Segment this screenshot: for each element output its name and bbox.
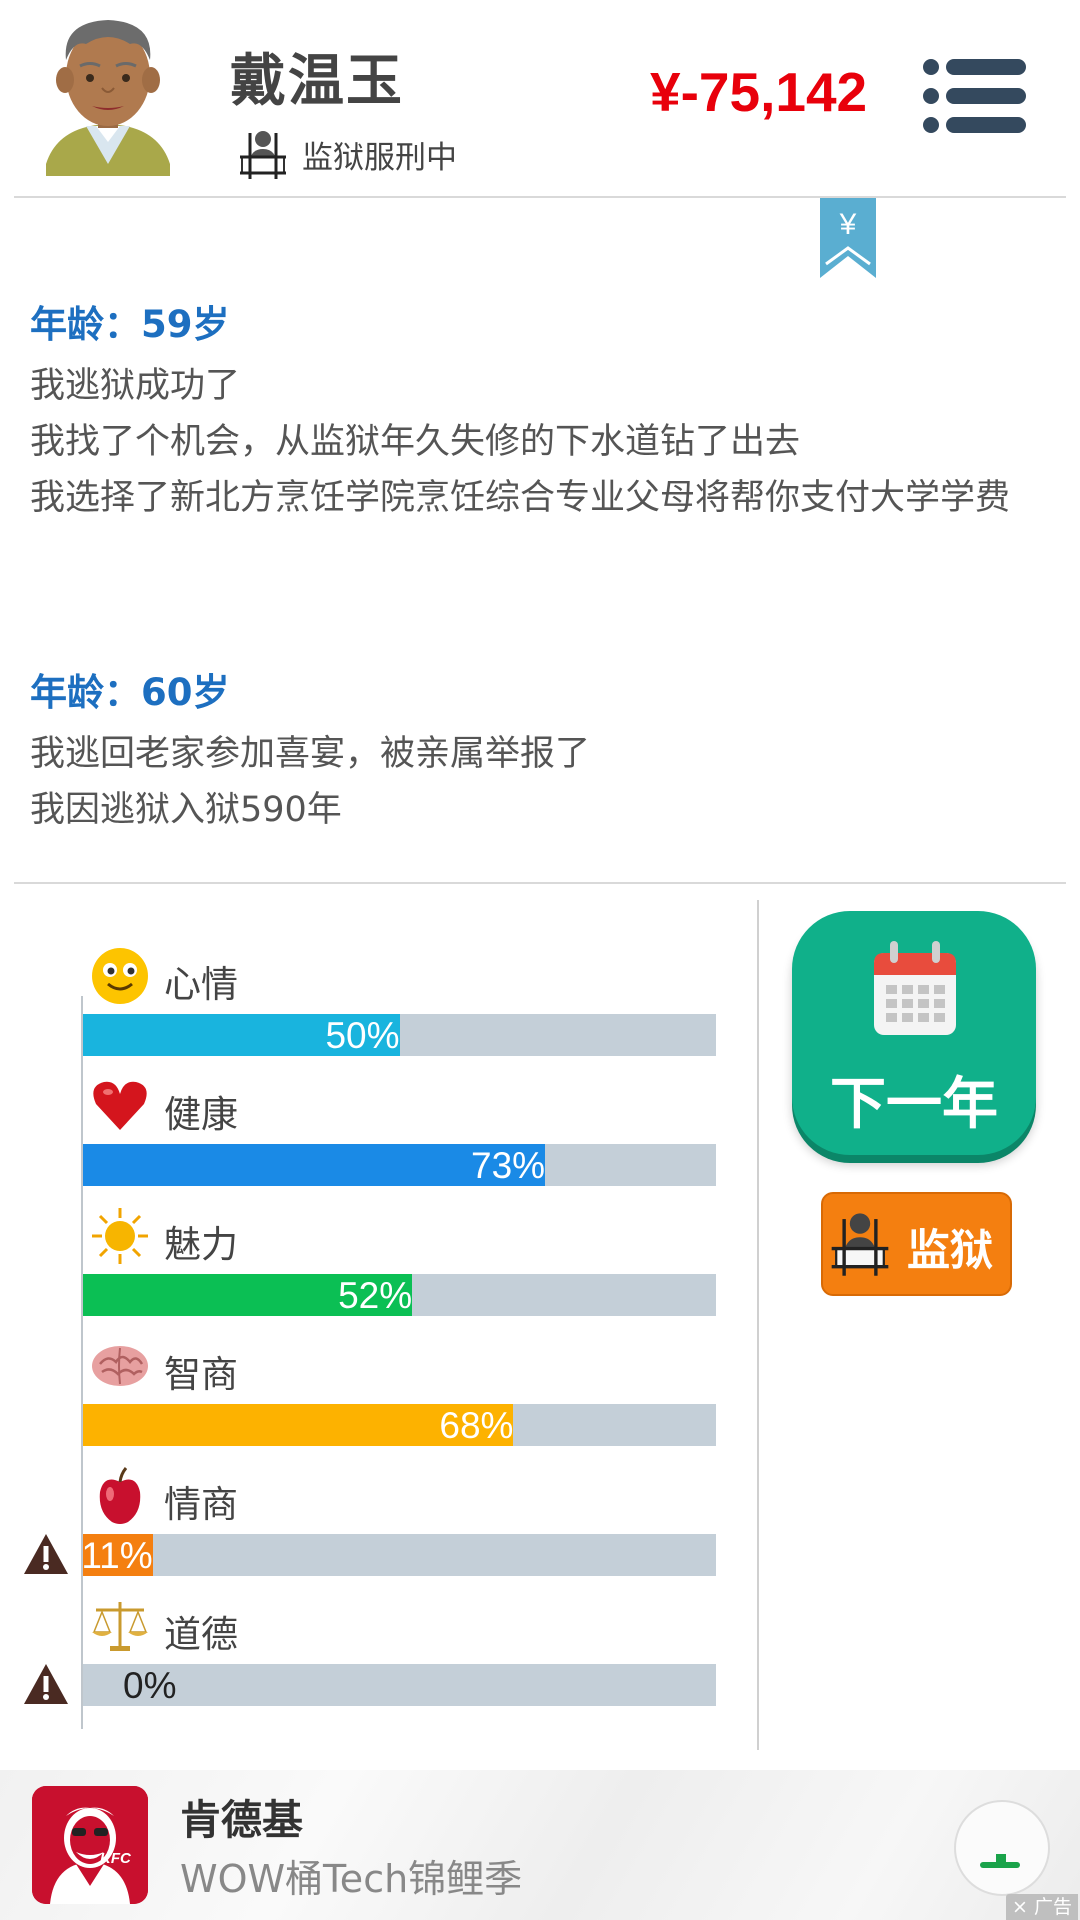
- svg-text:¥: ¥: [839, 208, 857, 241]
- log-age: 年龄：59岁: [30, 303, 230, 346]
- ad-tag: ⨯ 广告: [1006, 1894, 1078, 1920]
- calendar-icon: [874, 941, 956, 1035]
- prison-label: 监狱: [907, 1226, 993, 1276]
- ad-action-button[interactable]: [954, 1800, 1050, 1896]
- menu-icon[interactable]: [922, 58, 1026, 134]
- stat-label: 健康: [164, 1093, 238, 1136]
- stat-percent: 0%: [123, 1665, 177, 1706]
- panel-divider: [757, 900, 759, 1750]
- next-year-button[interactable]: 下一年: [792, 911, 1036, 1155]
- stat-bar: 73%: [83, 1144, 716, 1186]
- ad-subtitle: WOW桶Tech锦鲤季: [180, 1857, 523, 1901]
- stat-percent: 11%: [81, 1535, 153, 1576]
- scales-icon: [92, 1602, 148, 1651]
- status-text: 监狱服刑中: [302, 139, 457, 176]
- avatar: [46, 20, 170, 176]
- apple-icon: [99, 1467, 141, 1524]
- stat-label: 智商: [164, 1353, 238, 1396]
- stat-bar: 0%: [83, 1664, 716, 1706]
- next-year-label: 下一年: [830, 1072, 998, 1137]
- stat-percent: 52%: [338, 1275, 413, 1316]
- log-entry: 年龄：59岁 我逃狱成功了 我找了个机会，从监狱年久失修的下水道钻了出去 我选择…: [30, 298, 1050, 520]
- stat-label: 道德: [164, 1613, 238, 1656]
- prison-button[interactable]: 监狱: [821, 1192, 1012, 1296]
- log-event: 我选择了新北方烹饪学院烹饪综合专业父母将帮你支付大学学费: [30, 478, 1011, 518]
- download-icon: [980, 1854, 1020, 1868]
- kfc-logo: KFC: [32, 1786, 148, 1904]
- ad-title: 肯德基: [180, 1796, 303, 1844]
- heart-icon: [93, 1081, 147, 1130]
- stat-bar: 50%: [83, 1014, 716, 1056]
- smiley-icon: [92, 948, 148, 1004]
- stats-axis: [81, 996, 83, 1729]
- warning-icon: [24, 1534, 68, 1574]
- stat-bar: 68%: [83, 1404, 716, 1446]
- log-event: 我找了个机会，从监狱年久失修的下水道钻了出去: [30, 422, 801, 462]
- status-indicator: 监狱服刑中: [236, 128, 457, 180]
- log-age: 年龄：60岁: [30, 671, 230, 714]
- stat-percent: 68%: [439, 1405, 514, 1446]
- money-bookmark-icon[interactable]: ¥: [820, 198, 876, 278]
- log-entry: 年龄：60岁 我逃回老家参加喜宴，被亲属举报了 我因逃狱入狱590年: [30, 666, 1050, 832]
- prisoner-icon: [240, 131, 286, 179]
- ad-close-icon[interactable]: ⨯: [1012, 1896, 1034, 1918]
- header-divider: [14, 196, 1066, 198]
- stat-label: 心情: [164, 963, 238, 1006]
- brain-icon: [92, 1346, 148, 1386]
- stat-percent: 73%: [471, 1145, 546, 1186]
- money-balance: ¥-75,142: [650, 61, 868, 123]
- log-event: 我因逃狱入狱590年: [30, 790, 342, 830]
- stat-bar: 52%: [83, 1274, 716, 1316]
- stat-label: 情商: [164, 1483, 238, 1526]
- ad-tag-label: 广告: [1033, 1896, 1072, 1918]
- log-event: 我逃狱成功了: [30, 366, 241, 406]
- stat-bar: 11%: [81, 1534, 716, 1576]
- colonel-icon: [32, 1786, 148, 1904]
- player-name: 戴温玉: [230, 49, 404, 114]
- stat-percent: 50%: [325, 1015, 400, 1056]
- prisoner-icon: [831, 1213, 889, 1276]
- warning-icon: [24, 1664, 68, 1704]
- sun-icon: [92, 1208, 148, 1264]
- header: 戴温玉 监狱服刑中 ¥-75,142: [0, 0, 1080, 196]
- ad-logo-text: KFC: [100, 1850, 131, 1867]
- stat-label: 魅力: [164, 1223, 238, 1266]
- ad-banner[interactable]: KFC 肯德基 WOW桶Tech锦鲤季: [0, 1770, 1080, 1920]
- log-event: 我逃回老家参加喜宴，被亲属举报了: [30, 734, 591, 774]
- log-divider: [14, 882, 1066, 884]
